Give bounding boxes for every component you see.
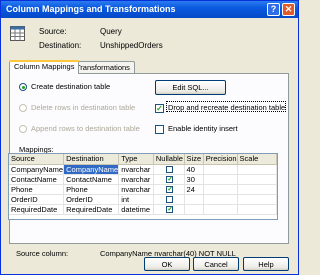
mappings-grid[interactable]: Source Destination Type Nullable Size Pr… <box>8 153 278 220</box>
checkmark-icon: ✓ <box>167 186 174 194</box>
cancel-button[interactable]: Cancel <box>193 257 239 271</box>
cell-type[interactable]: nvarchar <box>118 164 154 175</box>
cell-type[interactable]: nvarchar <box>118 174 154 185</box>
cell-scale[interactable] <box>237 174 277 185</box>
col-header-size[interactable]: Size <box>184 154 204 165</box>
nullable-checkbox[interactable] <box>166 166 174 173</box>
nullable-checkbox[interactable]: ✓ <box>166 176 174 184</box>
table-row[interactable]: ContactName ContactName nvarchar ✓ 30 <box>9 174 277 185</box>
col-header-type[interactable]: Type <box>118 154 154 165</box>
title-bar: Column Mappings and Transformations ? ✕ <box>1 1 298 18</box>
cell-precision[interactable] <box>203 204 238 215</box>
close-icon: ✕ <box>284 4 293 14</box>
cell-destination[interactable]: ContactName <box>63 174 120 185</box>
nullable-checkbox[interactable]: ✓ <box>166 206 174 214</box>
destination-label: Destination: <box>39 41 82 50</box>
cell-type[interactable]: nvarchar <box>118 184 154 195</box>
table-row[interactable]: CompanyName CompanyName nvarchar 40 <box>9 164 277 175</box>
col-header-nullable[interactable]: Nullable <box>153 154 185 165</box>
cell-precision[interactable] <box>203 194 238 205</box>
cell-source[interactable]: Phone <box>9 184 65 195</box>
drop-recreate-checkbox[interactable]: ✓ <box>155 104 164 113</box>
table-icon <box>10 26 25 41</box>
col-header-destination[interactable]: Destination <box>63 154 120 165</box>
append-rows-label: Append rows to destination table <box>31 124 140 133</box>
cell-scale[interactable] <box>237 164 277 175</box>
col-header-precision[interactable]: Precision <box>203 154 238 165</box>
help-title-button[interactable]: ? <box>267 3 280 16</box>
create-destination-radio[interactable] <box>19 83 27 91</box>
edit-sql-button[interactable]: Edit SQL... <box>155 80 226 95</box>
cell-destination[interactable]: OrderID <box>63 194 120 205</box>
ok-button[interactable]: OK <box>144 257 190 271</box>
delete-rows-radio[interactable] <box>19 104 27 112</box>
destination-value: UnshippedOrders <box>100 41 163 50</box>
cell-size[interactable]: 24 <box>184 184 204 195</box>
cell-destination[interactable]: Phone <box>63 184 120 195</box>
tab-column-mappings[interactable]: Column Mappings <box>9 60 80 74</box>
window-title: Column Mappings and Transformations <box>6 4 176 14</box>
cell-scale[interactable] <box>237 184 277 195</box>
create-destination-label: Create destination table <box>31 82 111 91</box>
cell-nullable[interactable]: ✓ <box>153 174 185 185</box>
cell-nullable[interactable] <box>153 164 185 175</box>
cell-type[interactable]: datetime <box>118 204 154 215</box>
cell-source[interactable]: RequiredDate <box>9 204 65 215</box>
cell-nullable[interactable]: ✓ <box>153 184 185 195</box>
nullable-checkbox[interactable]: ✓ <box>166 186 174 194</box>
col-header-scale[interactable]: Scale <box>237 154 277 165</box>
enable-identity-label: Enable identity insert <box>168 124 238 133</box>
col-header-source[interactable]: Source <box>9 154 65 165</box>
help-button[interactable]: Help <box>243 257 289 271</box>
append-rows-radio[interactable] <box>19 125 27 133</box>
cell-precision[interactable] <box>203 174 238 185</box>
cell-precision[interactable] <box>203 164 238 175</box>
cell-nullable[interactable] <box>153 194 185 205</box>
cell-nullable[interactable]: ✓ <box>153 204 185 215</box>
drop-recreate-label: Drop and recreate destination table <box>168 103 286 112</box>
cell-size[interactable] <box>184 204 204 215</box>
cell-size[interactable]: 40 <box>184 164 204 175</box>
cell-precision[interactable] <box>203 184 238 195</box>
cell-scale[interactable] <box>237 194 277 205</box>
cell-destination[interactable]: CompanyName <box>63 164 120 175</box>
tab-transformations[interactable]: Transformations <box>71 61 135 73</box>
close-button[interactable]: ✕ <box>282 3 295 16</box>
table-row[interactable]: RequiredDate RequiredDate datetime ✓ <box>9 204 277 215</box>
cell-source[interactable]: OrderID <box>9 194 65 205</box>
enable-identity-checkbox[interactable] <box>155 125 164 134</box>
cell-size[interactable] <box>184 194 204 205</box>
column-mappings-dialog: Column Mappings and Transformations ? ✕ … <box>0 0 299 275</box>
checkmark-icon: ✓ <box>167 206 174 214</box>
cell-scale[interactable] <box>237 204 277 215</box>
table-header-row: Source Destination Type Nullable Size Pr… <box>9 154 277 165</box>
delete-rows-label: Delete rows in destination table <box>31 103 136 112</box>
source-column-label: Source column: <box>16 249 69 258</box>
source-value: Query <box>100 27 122 36</box>
mappings-table: Source Destination Type Nullable Size Pr… <box>9 154 277 215</box>
cell-size[interactable]: 30 <box>184 174 204 185</box>
table-row[interactable]: OrderID OrderID int <box>9 194 277 205</box>
checkmark-icon: ✓ <box>156 104 163 113</box>
nullable-checkbox[interactable] <box>166 196 174 203</box>
source-label: Source: <box>39 27 67 36</box>
cell-source[interactable]: ContactName <box>9 174 65 185</box>
cell-source[interactable]: CompanyName <box>9 164 65 175</box>
help-icon: ? <box>270 4 277 14</box>
checkmark-icon: ✓ <box>167 176 174 184</box>
cell-type[interactable]: int <box>118 194 154 205</box>
table-row[interactable]: Phone Phone nvarchar ✓ 24 <box>9 184 277 195</box>
cell-destination[interactable]: RequiredDate <box>63 204 120 215</box>
